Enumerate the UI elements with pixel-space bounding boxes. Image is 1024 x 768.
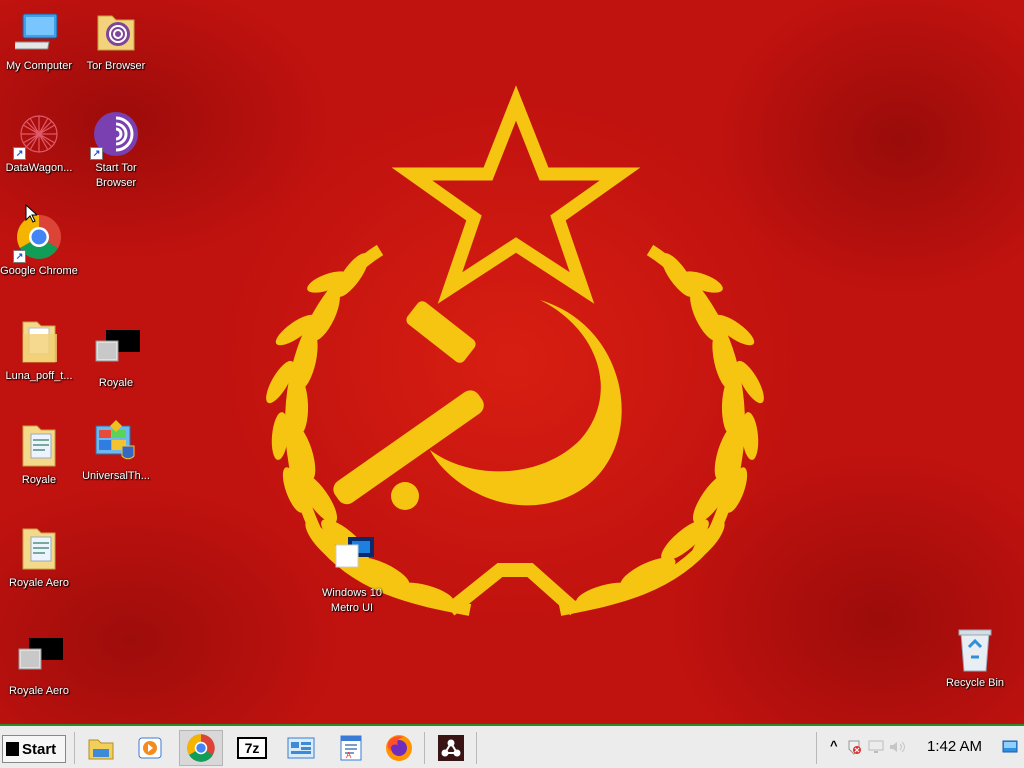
taskbar-app-7zip[interactable]: 7z [230,730,274,766]
desktop-icon-google-chrome[interactable]: ↗ Google Chrome [0,213,78,279]
taskbar-separator [816,732,817,764]
theme-file-icon [92,325,140,373]
computer-icon [13,8,63,56]
show-desktop-icon[interactable] [1002,740,1018,754]
desktop-icon-tor-browser-folder[interactable]: Tor Browser [77,8,155,74]
start-logo-icon [6,742,19,756]
taskbar-separator [74,732,75,764]
mouse-cursor-icon [25,204,37,223]
control-panel-icon [287,737,315,759]
taskbar-app-unknown[interactable] [429,730,473,766]
shortcut-arrow-icon: ↗ [13,147,26,160]
shortcut-arrow-icon: ↗ [13,250,26,263]
shortcut-arrow-icon: ↗ [90,147,103,160]
wordpad-icon: A [340,735,362,761]
desktop-icon-label: Royale [21,474,57,486]
desktop-icon-royale-theme[interactable]: Royale [77,325,155,391]
desktop-icon-start-tor-browser[interactable]: ↗ Start Tor Browser [77,110,155,191]
start-button[interactable]: Start [2,735,66,763]
desktop[interactable]: My Computer Tor Browser ↗ DataWagon... ↗… [0,0,1024,724]
desktop-icon-royale-folder[interactable]: Royale [0,422,78,488]
desktop-icon-my-computer[interactable]: My Computer [0,8,78,74]
tray-overflow-chevron-icon[interactable]: ^ [830,738,838,753]
start-button-label: Start [22,740,57,758]
desktop-icon-datawagon[interactable]: ↗ DataWagon... [0,110,78,176]
desktop-icon-royale-aero-theme[interactable]: Royale Aero [0,633,78,699]
security-alert-icon[interactable] [846,739,862,755]
taskbar-app-control-panel[interactable] [279,730,323,766]
desktop-icon-label: My Computer [5,60,73,72]
datawagon-icon: ↗ [13,110,63,160]
desktop-icon-label: Royale [98,377,134,389]
taskbar-app-media-player[interactable] [128,730,172,766]
network-icon[interactable] [868,740,884,754]
system-clock[interactable]: 1:42 AM [927,738,982,755]
firefox-icon [386,735,412,761]
chrome-icon: ↗ [13,213,63,263]
taskbar-separator [476,732,477,764]
desktop-icon-label: DataWagon... [5,162,73,174]
explorer-icon [88,739,114,760]
desktop-icon-recycle-bin[interactable]: Recycle Bin [936,625,1014,691]
folder-icon [15,318,63,366]
wreath-right [558,244,745,616]
desktop-icon-windows10-metro-ui[interactable]: Windows 10 Metro UI [313,535,391,616]
taskbar-app-wordpad[interactable]: A [329,730,373,766]
desktop-icon-label: Windows 10 Metro UI [322,587,382,614]
desktop-icon-label: Luna_poff_t... [5,370,73,382]
desktop-icon-luna-folder[interactable]: Luna_poff_t... [0,318,78,384]
7zip-icon: 7z [237,737,267,759]
volume-icon[interactable] [889,740,905,754]
universal-theme-patcher-icon [92,418,140,466]
taskbar-app-google-chrome[interactable] [179,730,223,766]
taskbar-app-firefox[interactable] [377,730,421,766]
folder-doc-icon [15,525,63,573]
desktop-icon-label: Royale Aero [9,685,69,697]
desktop-icon-label: Google Chrome [0,265,78,277]
media-player-icon [138,737,162,759]
taskbar-app-file-explorer[interactable] [79,730,123,766]
taskbar: Start 7z A ^ 1:42 AM [0,724,1024,768]
folder-tor-icon [92,8,140,56]
taskbar-separator [424,732,425,764]
tor-onion-icon: ↗ [90,110,140,160]
svg-text:A: A [346,751,352,760]
desktop-icon-label: Start Tor Browser [95,162,137,189]
theme-file-icon [328,535,376,583]
desktop-icon-label: UniversalTh... [82,470,150,482]
system-tray: ^ 1:42 AM [816,726,1024,768]
app-icon [438,735,464,761]
wallpaper-star [391,85,641,304]
desktop-icon-label: Tor Browser [86,60,146,72]
desktop-icon-royale-aero-folder[interactable]: Royale Aero [0,525,78,591]
desktop-icon-label: Recycle Bin [945,677,1005,689]
theme-file-icon [15,633,63,681]
chrome-icon [187,734,215,762]
desktop-icon-label: Royale Aero [9,577,69,589]
folder-doc-icon [15,422,63,470]
recycle-bin-icon [951,625,999,673]
desktop-icon-universal-theme-patcher[interactable]: UniversalTh... [77,418,155,484]
